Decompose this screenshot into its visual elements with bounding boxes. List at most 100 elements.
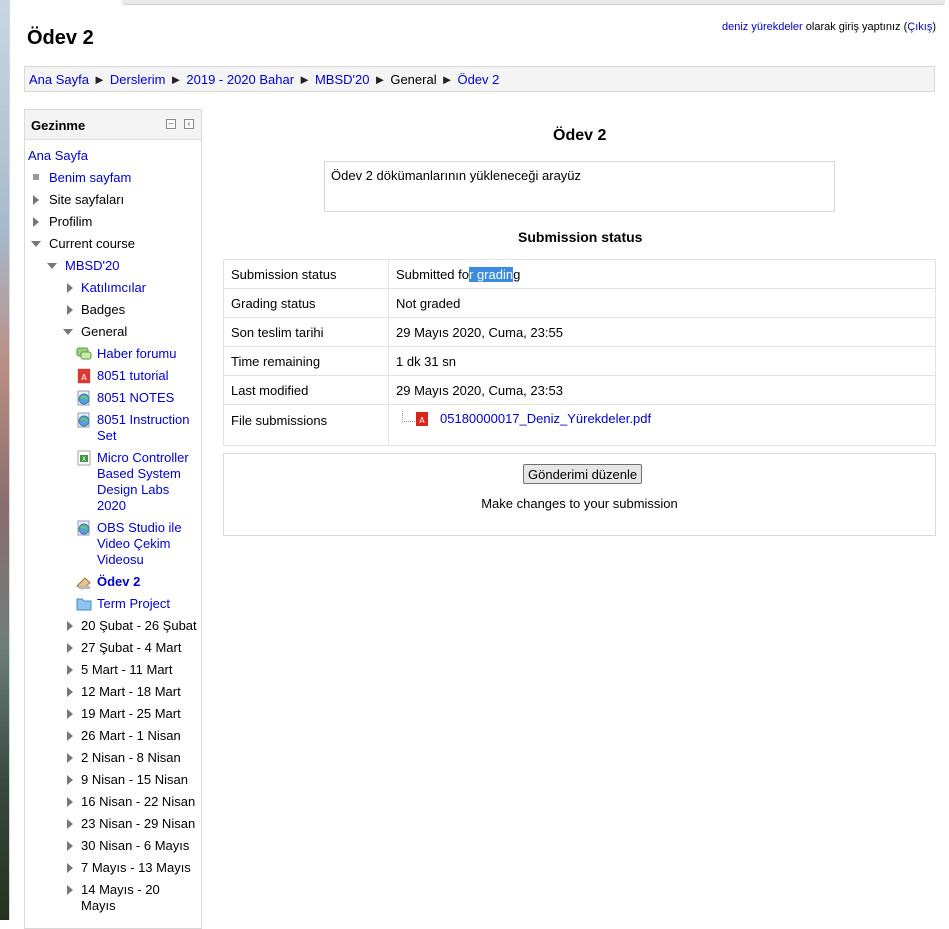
expand-arrow-icon[interactable] bbox=[67, 753, 73, 763]
expand-arrow-icon[interactable] bbox=[33, 217, 39, 227]
url-icon bbox=[76, 520, 92, 536]
svg-text:A: A bbox=[419, 416, 425, 425]
nav-week[interactable]: 23 Nisan - 29 Nisan bbox=[81, 816, 195, 831]
row-value: Not graded bbox=[388, 288, 936, 318]
collapse-arrow-icon[interactable] bbox=[31, 241, 41, 247]
expand-arrow-icon[interactable] bbox=[67, 863, 73, 873]
nav-week[interactable]: 5 Mart - 11 Mart bbox=[81, 662, 173, 677]
nav-week[interactable]: 20 Şubat - 26 Şubat bbox=[81, 618, 197, 633]
spreadsheet-icon: X bbox=[76, 450, 92, 466]
nav-week[interactable]: 19 Mart - 25 Mart bbox=[81, 706, 181, 721]
logout-link[interactable]: Çıkış bbox=[907, 21, 932, 33]
nav-badges[interactable]: Badges bbox=[81, 302, 125, 317]
nav-week[interactable]: 26 Mart - 1 Nisan bbox=[81, 728, 181, 743]
expand-arrow-icon[interactable] bbox=[67, 283, 73, 293]
navigation-block: Gezinme – ‹ Ana Sayfa Benim sayfam Site … bbox=[24, 109, 202, 929]
row-label: File submissions bbox=[223, 404, 389, 446]
activity-forum[interactable]: Haber forumu bbox=[97, 346, 176, 361]
nav-general[interactable]: General bbox=[81, 324, 127, 339]
assignment-title: Ödev 2 bbox=[553, 127, 607, 144]
nav-current-course[interactable]: Current course bbox=[49, 236, 135, 251]
breadcrumb-section: General bbox=[390, 72, 437, 87]
url-icon bbox=[76, 412, 92, 428]
nav-week[interactable]: 14 Mayıs - 20 Mayıs bbox=[81, 882, 181, 914]
expand-arrow-icon[interactable] bbox=[67, 621, 73, 631]
expand-arrow-icon[interactable] bbox=[67, 885, 73, 895]
submission-status-heading: Submission status bbox=[518, 229, 643, 245]
table-row: Son teslim tarihi 29 Mayıs 2020, Cuma, 2… bbox=[223, 317, 936, 347]
nav-participants[interactable]: Katılımcılar bbox=[81, 280, 146, 295]
login-text: olarak giriş yaptınız bbox=[805, 21, 901, 33]
breadcrumb: Ana Sayfa ► Derslerim ► 2019 - 2020 Bahar ► MB… bbox=[24, 66, 935, 92]
expand-arrow-icon[interactable] bbox=[67, 797, 73, 807]
row-value: 29 Mayıs 2020, Cuma, 23:55 bbox=[388, 317, 936, 347]
url-icon bbox=[76, 390, 92, 406]
dock-block-icon[interactable]: ‹ bbox=[184, 119, 194, 129]
nav-profile[interactable]: Profilim bbox=[49, 214, 92, 229]
nav-week[interactable]: 12 Mart - 18 Mart bbox=[81, 684, 181, 699]
expand-arrow-icon[interactable] bbox=[67, 731, 73, 741]
edit-submission-button[interactable]: Gönderimi düzenle bbox=[523, 464, 643, 484]
activity-mbsd-labs[interactable]: Micro Controller Based System Design Lab… bbox=[97, 450, 197, 514]
collapse-arrow-icon[interactable] bbox=[47, 263, 57, 269]
breadcrumb-term[interactable]: 2019 - 2020 Bahar bbox=[186, 72, 294, 87]
breadcrumb-my-courses[interactable]: Derslerim bbox=[110, 72, 166, 87]
expand-arrow-icon[interactable] bbox=[67, 305, 73, 315]
page-title: Ödev 2 bbox=[27, 27, 94, 49]
nav-my-page[interactable]: Benim sayfam bbox=[49, 170, 131, 185]
row-label: Son teslim tarihi bbox=[223, 317, 389, 347]
breadcrumb-separator: ► bbox=[93, 72, 106, 87]
activity-odev-2[interactable]: Ödev 2 bbox=[97, 574, 140, 589]
nav-week[interactable]: 30 Nisan - 6 Mayıs bbox=[81, 838, 189, 853]
submitted-file-link[interactable]: 05180000017_Deniz_Yürekdeler.pdf bbox=[440, 411, 651, 426]
nav-week[interactable]: 2 Nisan - 8 Nisan bbox=[81, 750, 181, 765]
expand-arrow-icon[interactable] bbox=[67, 841, 73, 851]
nav-week[interactable]: 27 Şubat - 4 Mart bbox=[81, 640, 181, 655]
submission-status-text-end: g bbox=[513, 266, 521, 282]
expand-arrow-icon[interactable] bbox=[67, 665, 73, 675]
forum-icon bbox=[76, 346, 92, 362]
svg-text:A: A bbox=[81, 373, 87, 382]
navigation-block-title: Gezinme bbox=[31, 118, 86, 133]
expand-arrow-icon[interactable] bbox=[67, 687, 73, 697]
expand-arrow-icon[interactable] bbox=[33, 195, 39, 205]
pdf-icon: A bbox=[414, 411, 430, 427]
nav-week[interactable]: 7 Mayıs - 13 Mayıs bbox=[81, 860, 191, 875]
svg-text:X: X bbox=[82, 456, 86, 463]
expand-arrow-icon[interactable] bbox=[67, 775, 73, 785]
breadcrumb-separator: ► bbox=[298, 72, 311, 87]
activity-8051-tutorial[interactable]: 8051 tutorial bbox=[97, 368, 169, 383]
table-row: Last modified 29 Mayıs 2020, Cuma, 23:53 bbox=[223, 375, 936, 405]
expand-arrow-icon[interactable] bbox=[67, 819, 73, 829]
expand-arrow-icon[interactable] bbox=[67, 709, 73, 719]
breadcrumb-course[interactable]: MBSD'20 bbox=[315, 72, 370, 87]
nav-site-pages[interactable]: Site sayfaları bbox=[49, 192, 124, 207]
table-row: Grading status Not graded bbox=[223, 288, 936, 318]
breadcrumb-home[interactable]: Ana Sayfa bbox=[29, 72, 89, 87]
nav-week[interactable]: 16 Nisan - 22 Nisan bbox=[81, 794, 195, 809]
activity-obs-video[interactable]: OBS Studio ile Video Çekim Videosu bbox=[97, 520, 197, 568]
activity-8051-instruction-set[interactable]: 8051 Instruction Set bbox=[97, 412, 197, 444]
row-label: Submission status bbox=[223, 259, 389, 289]
nav-course[interactable]: MBSD'20 bbox=[65, 258, 120, 273]
edit-submission-box: Gönderimi düzenle Make changes to your s… bbox=[223, 453, 936, 536]
browser-page: Ödev 2 deniz yürekdeler olarak giriş yap… bbox=[9, 0, 949, 929]
breadcrumb-current[interactable]: Ödev 2 bbox=[457, 72, 499, 87]
nav-week[interactable]: 9 Nisan - 15 Nisan bbox=[81, 772, 188, 787]
nav-home[interactable]: Ana Sayfa bbox=[28, 148, 88, 163]
edit-submission-description: Make changes to your submission bbox=[481, 496, 678, 511]
row-label: Last modified bbox=[223, 375, 389, 405]
selected-text: r gradin bbox=[469, 266, 514, 282]
pdf-icon: A bbox=[76, 368, 92, 384]
user-profile-link[interactable]: deniz yürekdeler bbox=[722, 21, 803, 33]
row-value: A 05180000017_Deniz_Yürekdeler.pdf bbox=[388, 404, 936, 446]
browser-toolbar-edge bbox=[122, 0, 945, 5]
assignment-intro: Ödev 2 dökümanlarının yükleneceği arayüz bbox=[324, 161, 835, 212]
activity-8051-notes[interactable]: 8051 NOTES bbox=[97, 390, 174, 405]
collapse-block-icon[interactable]: – bbox=[166, 119, 176, 129]
expand-arrow-icon[interactable] bbox=[67, 643, 73, 653]
row-value: Submitted for grading bbox=[388, 259, 936, 289]
activity-term-project[interactable]: Term Project bbox=[97, 596, 170, 611]
table-row: Submission status Submitted for grading bbox=[223, 259, 936, 289]
collapse-arrow-icon[interactable] bbox=[63, 329, 73, 335]
